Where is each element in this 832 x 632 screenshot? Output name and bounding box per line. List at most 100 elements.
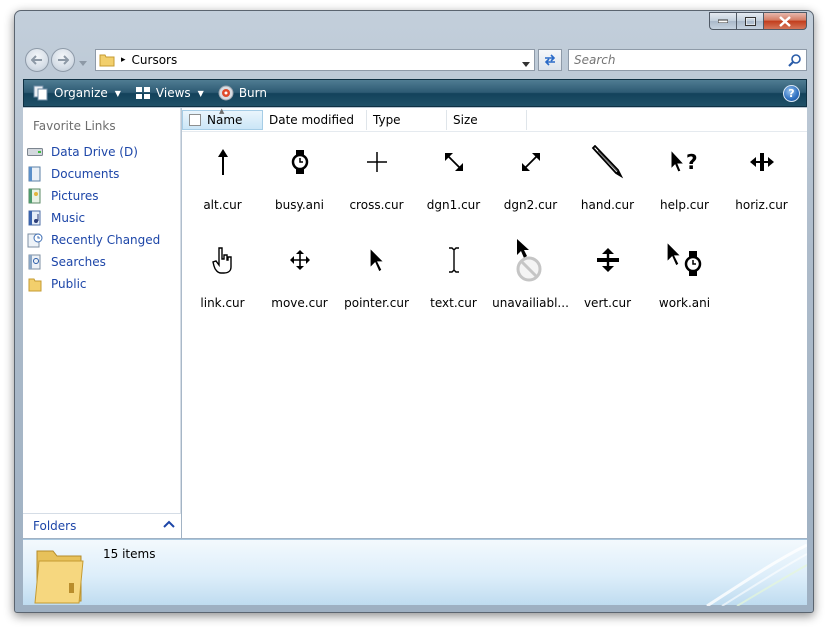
- sidebar-item-label: Documents: [51, 167, 120, 181]
- favorite-links-list: Data Drive (D) Documents Pictures Music …: [27, 141, 160, 295]
- file-item[interactable]: dgn2.cur: [492, 136, 569, 232]
- search-input[interactable]: [569, 51, 788, 69]
- organize-button[interactable]: Organize ▼: [26, 81, 128, 105]
- burn-label: Burn: [238, 86, 267, 100]
- documents-icon: [27, 166, 43, 182]
- sidebar-item-documents[interactable]: Documents: [27, 163, 160, 185]
- column-size-label: Size: [453, 113, 478, 127]
- svg-text:?: ?: [686, 150, 698, 174]
- file-name: text.cur: [430, 296, 477, 310]
- forward-button[interactable]: [51, 48, 75, 72]
- help-icon: ?: [788, 87, 795, 100]
- views-icon: [135, 87, 150, 99]
- details-pane: 15 items: [23, 539, 807, 608]
- sidebar-item-searches[interactable]: Searches: [27, 251, 160, 273]
- file-item[interactable]: work.ani: [646, 234, 723, 330]
- item-count: 15 items: [103, 547, 156, 561]
- file-item[interactable]: pointer.cur: [338, 234, 415, 330]
- file-item[interactable]: text.cur: [415, 234, 492, 330]
- sidebar-item-label: Recently Changed: [51, 233, 161, 247]
- search-box: [568, 49, 807, 71]
- column-header-name[interactable]: ▲ Name: [182, 107, 263, 130]
- refresh-icon: [544, 54, 556, 66]
- file-item[interactable]: hand.cur: [569, 136, 646, 232]
- close-button[interactable]: [763, 12, 807, 30]
- refresh-button[interactable]: [538, 49, 562, 71]
- file-name: unavailiabl...: [492, 296, 569, 310]
- column-type-label: Type: [373, 113, 401, 127]
- folders-toggle[interactable]: Folders: [23, 513, 181, 538]
- command-bar: Organize ▼ Views ▼ Burn ?: [23, 79, 807, 107]
- file-item[interactable]: ? help.cur: [646, 136, 723, 232]
- column-header-row: ▲ Name Date modified Type Size: [182, 107, 807, 132]
- pen-cursor-icon: [569, 136, 646, 188]
- sort-ascending-icon: ▲: [219, 107, 225, 115]
- file-item[interactable]: vert.cur: [569, 234, 646, 330]
- column-name-label: Name: [207, 113, 243, 127]
- hourglass-watch-cursor-icon: [261, 136, 338, 188]
- file-item[interactable]: dgn1.cur: [415, 136, 492, 232]
- views-button[interactable]: Views ▼: [128, 81, 211, 105]
- column-header-size[interactable]: Size: [447, 110, 527, 130]
- address-history-dropdown[interactable]: [522, 57, 530, 71]
- chevron-down-icon: ▼: [114, 88, 121, 98]
- breadcrumb-separator[interactable]: ▸: [121, 55, 126, 65]
- maximize-icon: [744, 16, 756, 26]
- recent-pages-dropdown[interactable]: [79, 56, 87, 70]
- sidebar-item-label: Data Drive (D): [51, 145, 138, 159]
- file-item[interactable]: busy.ani: [261, 136, 338, 232]
- text-beam-cursor-icon: [415, 234, 492, 286]
- drive-icon: [27, 144, 43, 160]
- file-name: horiz.cur: [735, 198, 788, 212]
- address-bar[interactable]: ▸ Cursors: [95, 49, 535, 71]
- column-header-date-modified[interactable]: Date modified: [263, 110, 367, 130]
- resize-vertical-cursor-icon: [569, 234, 646, 286]
- file-item[interactable]: horiz.cur: [723, 136, 800, 232]
- organize-icon: [33, 85, 48, 101]
- navigation-pane: Favorite Links Data Drive (D) Documents …: [23, 108, 181, 538]
- file-name: dgn1.cur: [426, 198, 481, 212]
- unavailable-cursor-icon: [492, 234, 569, 286]
- swoosh-decoration: [706, 543, 807, 606]
- music-icon: [27, 210, 43, 226]
- explorer-window: ▸ Cursors Organize ▼ Views: [14, 10, 814, 613]
- sidebar-item-label: Music: [51, 211, 86, 225]
- search-icon[interactable]: [788, 53, 801, 67]
- sidebar-item-music[interactable]: Music: [27, 207, 160, 229]
- chevron-up-icon[interactable]: [163, 518, 175, 532]
- file-name: vert.cur: [583, 296, 632, 310]
- public-folder-icon: [27, 276, 43, 292]
- file-item[interactable]: move.cur: [261, 234, 338, 330]
- back-arrow-icon: [31, 55, 42, 65]
- minimize-icon: [718, 19, 728, 23]
- select-all-checkbox[interactable]: [189, 114, 201, 126]
- sidebar-item-recently-changed[interactable]: Recently Changed: [27, 229, 160, 251]
- file-name: busy.ani: [275, 198, 324, 212]
- caption-buttons: [709, 12, 807, 31]
- maximize-button[interactable]: [736, 12, 763, 30]
- resize-horizontal-cursor-icon: [723, 136, 800, 188]
- file-item[interactable]: cross.cur: [338, 136, 415, 232]
- sidebar-item-pictures[interactable]: Pictures: [27, 185, 160, 207]
- column-date-label: Date modified: [269, 113, 355, 127]
- minimize-button[interactable]: [709, 12, 736, 30]
- crosshair-cursor-icon: [338, 136, 415, 188]
- sidebar-item-data-drive[interactable]: Data Drive (D): [27, 141, 160, 163]
- hand-pointer-cursor-icon: [184, 234, 261, 286]
- move-cursor-icon: [261, 234, 338, 286]
- back-button[interactable]: [25, 48, 49, 72]
- breadcrumb-current[interactable]: Cursors: [132, 53, 178, 67]
- sidebar-item-public[interactable]: Public: [27, 273, 160, 295]
- favorite-links-header: Favorite Links: [33, 119, 116, 133]
- close-icon: [779, 15, 791, 27]
- file-item[interactable]: unavailiabl...: [492, 234, 569, 330]
- file-item[interactable]: link.cur: [184, 234, 261, 330]
- help-button[interactable]: ?: [783, 85, 800, 102]
- resize-nesw-cursor-icon: [492, 136, 569, 188]
- sidebar-item-label: Pictures: [51, 189, 99, 203]
- folder-icon: [31, 543, 87, 608]
- file-item[interactable]: alt.cur: [184, 136, 261, 232]
- column-header-type[interactable]: Type: [367, 110, 447, 130]
- burn-button[interactable]: Burn: [211, 81, 274, 105]
- address-row: ▸ Cursors: [23, 47, 807, 73]
